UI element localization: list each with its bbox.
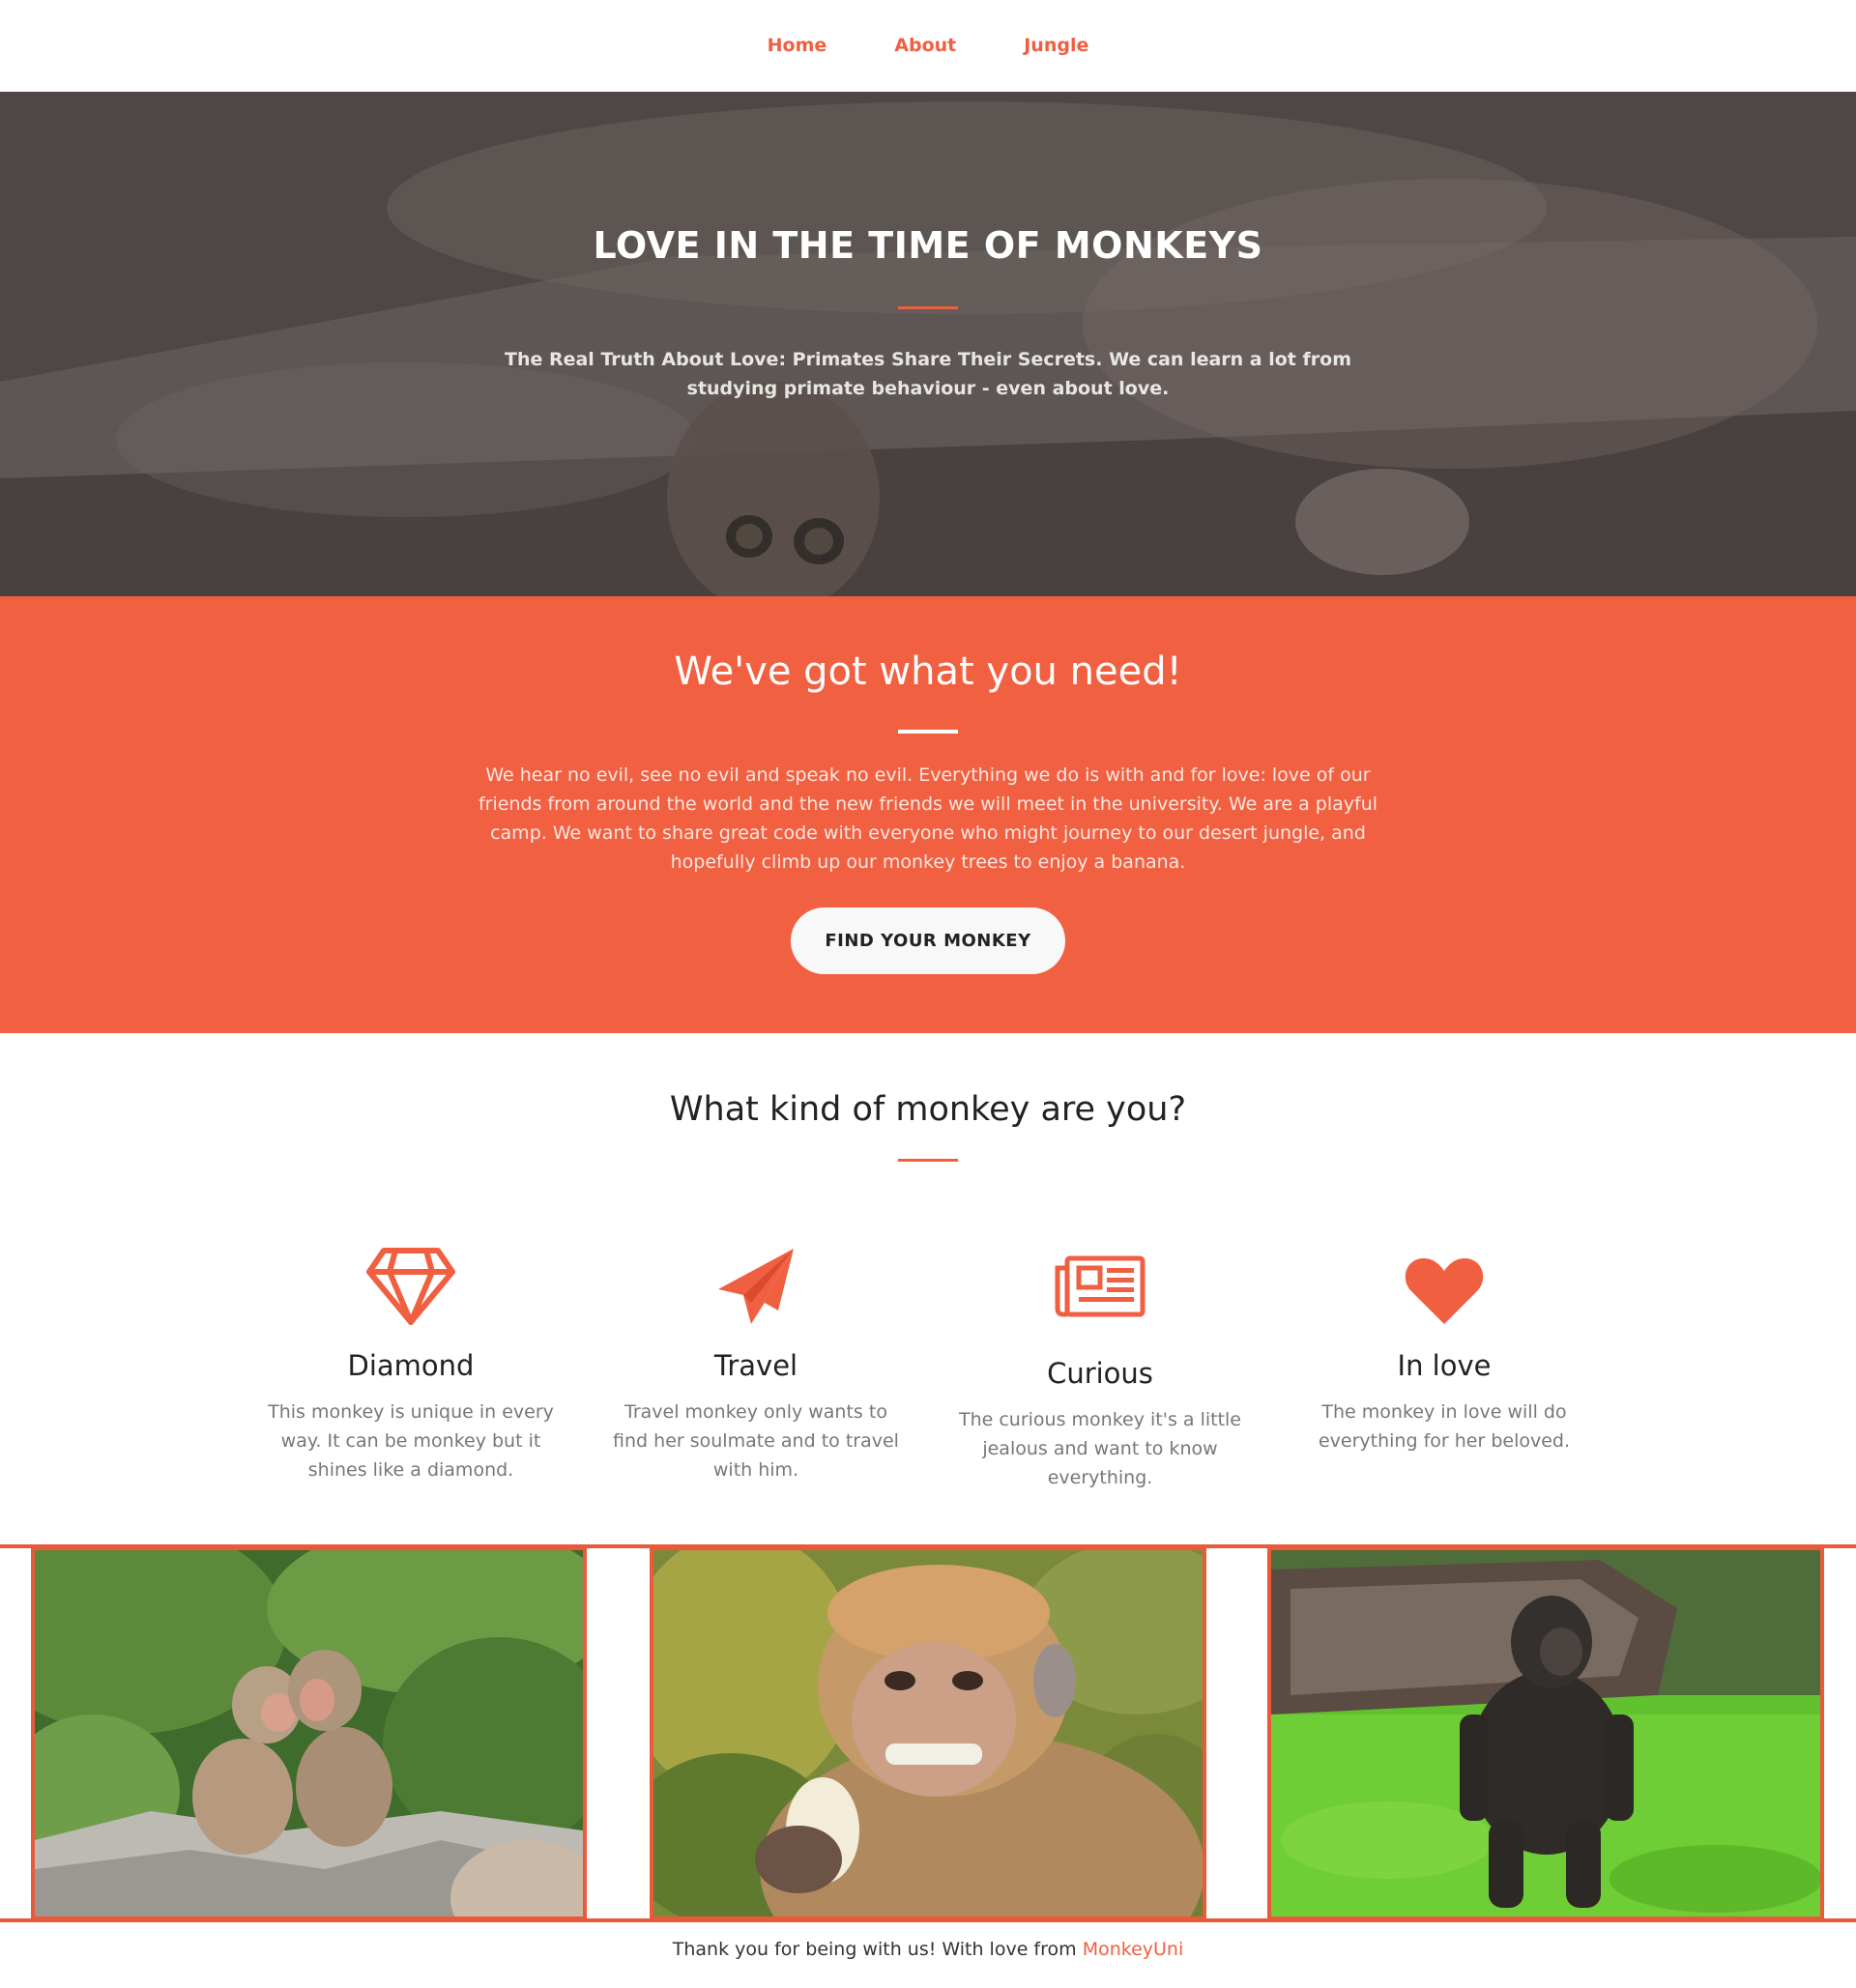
need-section: We've got what you need! We hear no evil… [0,596,1856,1033]
kinds-divider [898,1159,958,1162]
footer-brand-link[interactable]: MonkeyUni [1083,1939,1184,1960]
hero-subtitle: The Real Truth About Love: Primates Shar… [504,349,1351,399]
nav-link-jungle[interactable]: Jungle [1024,35,1088,56]
kind-card-curious: Curious The curious monkey it's a little… [950,1247,1250,1492]
kind-description: The monkey in love will do everything fo… [1318,1401,1571,1452]
find-your-monkey-button[interactable]: FIND YOUR MONKEY [791,908,1065,974]
hero-divider [898,306,958,309]
top-navbar: Home About Jungle [0,0,1856,92]
diamond-icon [366,1248,455,1325]
two-baby-macaques-photo[interactable] [31,1546,587,1920]
kind-name: Travel [713,1349,798,1382]
nav-link-home[interactable]: Home [768,35,827,56]
paper-plane-icon [718,1249,794,1324]
kind-name: Diamond [347,1349,475,1382]
nav-link-about[interactable]: About [894,35,956,56]
kind-name: In love [1397,1349,1492,1382]
newspaper-icon [1055,1255,1146,1317]
need-divider [898,730,958,734]
kinds-title: What kind of monkey are you? [669,1090,1187,1129]
kind-name: Curious [1047,1357,1153,1390]
kind-card-in-love: In love The monkey in love will do every… [1294,1247,1594,1455]
footer-text: Thank you for being with us! With love f… [672,1939,1083,1960]
hero-section: LOVE IN THE TIME OF MONKEYS The Real Tru… [0,92,1856,596]
kind-description: This monkey is unique in every way. It c… [268,1401,554,1481]
hero-overlay [0,92,1856,596]
macaque-eating-photo[interactable] [650,1546,1206,1920]
kind-description: The curious monkey it's a little jealous… [958,1409,1242,1488]
kind-card-travel: Travel Travel monkey only wants to find … [606,1247,906,1484]
kind-description: Travel monkey only wants to find her sou… [613,1401,899,1481]
footer: Thank you for being with us! With love f… [0,1939,1856,1960]
heart-icon [1405,1258,1484,1324]
need-text: We hear no evil, see no evil and speak n… [478,764,1378,873]
need-title: We've got what you need! [674,649,1182,694]
kind-card-diamond: Diamond This monkey is unique in every w… [261,1247,561,1484]
hero-title: LOVE IN THE TIME OF MONKEYS [593,224,1263,267]
young-gorilla-photo[interactable] [1267,1546,1824,1920]
gallery-bottom-border [0,1918,1856,1922]
